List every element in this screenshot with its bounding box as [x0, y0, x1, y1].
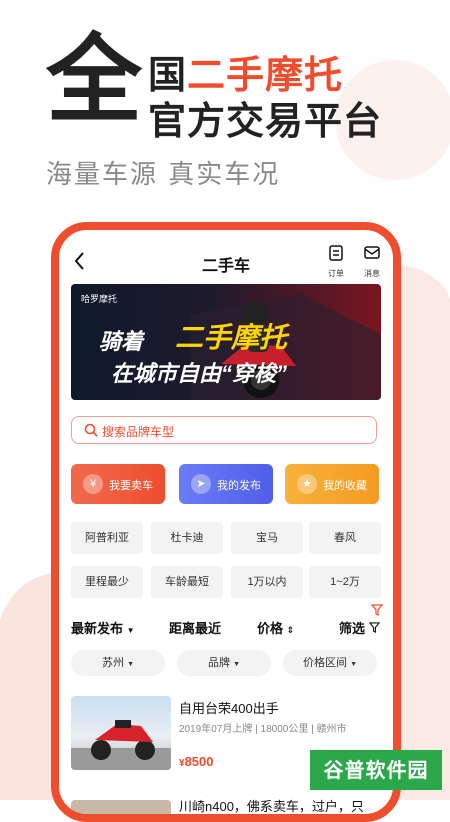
app-screen: 二手车 订单 消息 哈罗摩托 二手摩托 骑着 在城市自由“穿梭” 搜索品牌车型 … — [59, 230, 393, 814]
listing-thumbnail — [71, 696, 171, 770]
sort-nearest[interactable]: 距离最近 — [169, 618, 221, 637]
motorcycle-photo — [71, 720, 171, 770]
sort-arrows-icon: ⇕ — [286, 625, 295, 635]
watermark-logo: 谷普软件园 — [310, 750, 442, 790]
phone-frame: 二手车 订单 消息 哈罗摩托 二手摩托 骑着 在城市自由“穿梭” 搜索品牌车型 … — [51, 222, 401, 822]
promo-subtitle: 海量车源 真实车况 — [46, 160, 281, 190]
orders-icon — [329, 245, 343, 261]
filter-chip-10k-20k[interactable]: 1~2万 — [309, 566, 381, 598]
filter-chip-least-mileage[interactable]: 里程最少 — [71, 566, 143, 598]
search-placeholder: 搜索品牌车型 — [102, 425, 175, 439]
filter-chip-ducati[interactable]: 杜卡迪 — [151, 522, 223, 554]
city-label: 苏州 — [102, 657, 124, 669]
promo-header: 全 国二手摩托 官方交易平台 海量车源 真实车况 — [0, 0, 450, 220]
mail-icon — [364, 246, 380, 259]
yen-icon: ¥ — [83, 474, 103, 494]
messages-button[interactable]: 消息 — [357, 244, 387, 279]
nav-bar: 二手车 订单 消息 — [59, 244, 393, 280]
price-range-label: 价格区间 — [303, 657, 347, 669]
listing-title: 川崎n400，佛系卖车，过户，只 — [179, 799, 364, 814]
filter-icon — [368, 622, 380, 633]
send-icon: ➤ — [191, 474, 211, 494]
filter-chip-newest[interactable]: 车龄最短 — [151, 566, 223, 598]
funnel-icon[interactable] — [371, 604, 383, 616]
search-input[interactable]: 搜索品牌车型 — [71, 416, 377, 444]
caret-down-icon: ▼ — [350, 661, 357, 668]
orders-button[interactable]: 订单 — [321, 244, 351, 279]
my-favorites-button[interactable]: ★ 我的收藏 — [285, 464, 379, 504]
filter-chip-cfmoto[interactable]: 春风 — [309, 522, 381, 554]
brand-label: 品牌 — [208, 657, 230, 669]
listing-price-value: 8500 — [184, 754, 214, 769]
sort-latest-label: 最新发布 — [71, 621, 124, 636]
my-posts-button[interactable]: ➤ 我的发布 — [179, 464, 273, 504]
promo-big-character: 全 — [46, 24, 142, 136]
sell-car-label: 我要卖车 — [109, 480, 153, 492]
my-posts-label: 我的发布 — [217, 480, 261, 492]
sort-price[interactable]: 价格 ⇕ — [257, 618, 294, 637]
filter-button[interactable]: 筛选 — [339, 618, 380, 637]
price-range-dropdown[interactable]: 价格区间 ▼ — [283, 650, 377, 676]
caret-down-icon: ▼ — [233, 661, 240, 668]
promo-banner[interactable]: 哈罗摩托 二手摩托 骑着 在城市自由“穿梭” — [71, 284, 381, 400]
my-favorites-label: 我的收藏 — [323, 480, 367, 492]
city-dropdown[interactable]: 苏州 ▼ — [71, 650, 165, 676]
caret-down-icon: ▼ — [127, 661, 134, 668]
caret-down-icon: ▼ — [126, 626, 135, 635]
banner-line-1: 骑着 — [99, 329, 144, 354]
star-icon: ★ — [297, 474, 317, 494]
sell-car-button[interactable]: ¥ 我要卖车 — [71, 464, 165, 504]
filter-chip-bmw[interactable]: 宝马 — [231, 522, 303, 554]
filter-chip-aprilia[interactable]: 阿普利亚 — [71, 522, 143, 554]
filter-chip-under-10k[interactable]: 1万以内 — [231, 566, 303, 598]
brand-dropdown[interactable]: 品牌 ▼ — [177, 650, 271, 676]
listing-thumbnail — [71, 800, 171, 814]
listing-meta: 2019年07月上牌 | 18000公里 | 赣州市 — [179, 724, 347, 735]
orders-label: 订单 — [328, 269, 344, 278]
search-icon — [84, 423, 98, 437]
filter-label: 筛选 — [339, 621, 366, 636]
listing-price: ¥8500 — [179, 754, 213, 769]
quick-dropdowns: 苏州 ▼ 品牌 ▼ 价格区间 ▼ — [59, 650, 393, 678]
messages-label: 消息 — [364, 269, 380, 278]
banner-logo: 哈罗摩托 — [81, 294, 118, 304]
sort-bar: 最新发布 ▼ 距离最近 价格 ⇕ 筛选 — [59, 618, 393, 642]
banner-highlight: 二手摩托 — [175, 322, 288, 353]
sort-latest[interactable]: 最新发布 ▼ — [71, 618, 135, 637]
banner-line-2: 在城市自由“穿梭” — [111, 361, 288, 386]
listing-title: 自用台荣400出手 — [179, 701, 279, 716]
sort-price-label: 价格 — [257, 621, 284, 636]
promo-line-2: 官方交易平台 — [148, 99, 383, 143]
